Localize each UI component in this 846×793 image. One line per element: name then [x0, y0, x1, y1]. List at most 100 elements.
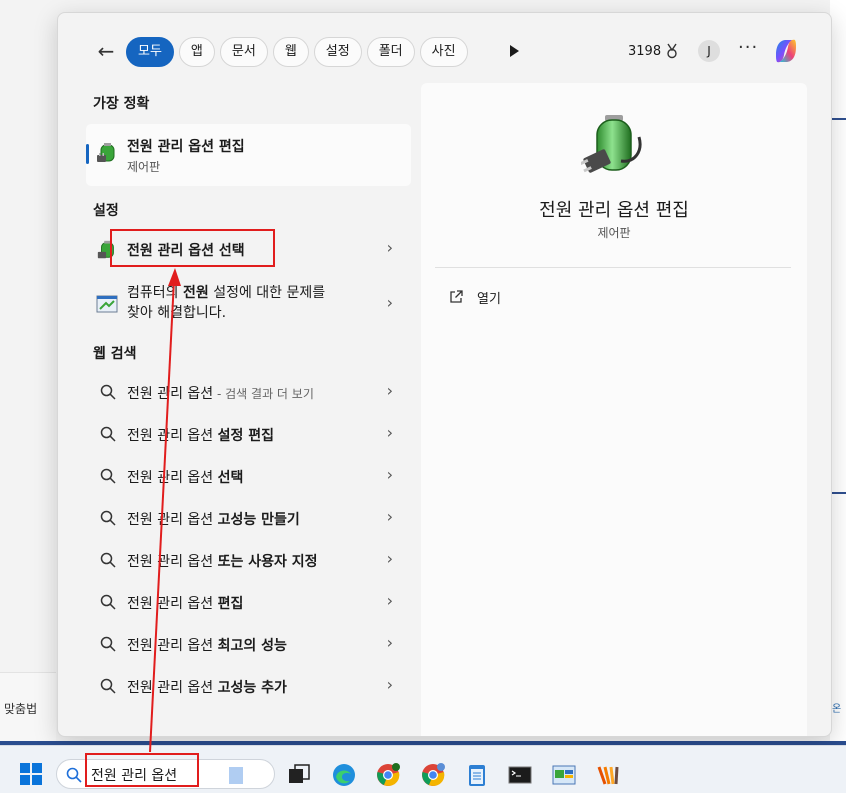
- label-part: 설정에 대한 문제를: [208, 285, 326, 301]
- notepad-icon[interactable]: [464, 762, 490, 788]
- label-part: 전원 관리 옵션: [127, 512, 218, 528]
- chevron-right-icon: ›: [386, 423, 393, 442]
- open-label: 열기: [477, 292, 501, 307]
- label-part: 전원 관리 옵션: [127, 386, 214, 402]
- search-icon: [100, 636, 116, 652]
- label-part: 전원 관리 옵션: [127, 428, 218, 444]
- search-filter-bar: ← 모두 앱 문서 웹 설정 폴더 사진 3198 J ···: [58, 35, 831, 69]
- web-result[interactable]: 전원 관리 옵션 고성능 만들기 ›: [86, 499, 411, 537]
- annotation-highlight-box: [85, 753, 199, 787]
- result-label: 전원 관리 옵션 편집: [127, 593, 243, 613]
- chip-photos[interactable]: 사진: [419, 37, 468, 67]
- chevron-right-icon: ›: [386, 591, 393, 610]
- open-external-icon: [450, 290, 463, 303]
- chevron-right-icon: ›: [386, 633, 393, 652]
- background-mark: [830, 492, 846, 494]
- best-match-title: 전원 관리 옵션 편집: [127, 139, 245, 155]
- power-options-icon: [97, 143, 115, 162]
- label-part: 전원 관리 옵션: [127, 596, 218, 612]
- background-mark: [830, 118, 846, 120]
- task-view-icon[interactable]: [286, 762, 312, 788]
- label-part: 찾아 해결합니다.: [127, 305, 227, 321]
- web-result[interactable]: 전원 관리 옵션 - 검색 결과 더 보기 ›: [86, 373, 411, 411]
- label-part-bold: 전원: [182, 285, 209, 301]
- terminal-icon[interactable]: [507, 762, 533, 788]
- search-icon: [100, 552, 116, 568]
- web-result[interactable]: 전원 관리 옵션 또는 사용자 지정 ›: [86, 541, 411, 579]
- result-label: 전원 관리 옵션 선택: [127, 467, 243, 487]
- chevron-right-icon: ›: [386, 293, 393, 312]
- control-panel-icon[interactable]: [551, 762, 577, 788]
- label-part: 전원 관리 옵션: [127, 554, 218, 570]
- chevron-right-icon: ›: [386, 238, 393, 257]
- search-icon: [100, 426, 116, 442]
- chip-all[interactable]: 모두: [126, 37, 174, 67]
- result-label: 전원 관리 옵션 고성능 만들기: [127, 509, 300, 529]
- label-part-bold: 또는 사용자 지정: [217, 554, 318, 570]
- result-label: 전원 관리 옵션 고성능 추가: [127, 677, 287, 697]
- background-text: 온: [832, 704, 842, 715]
- web-result[interactable]: 전원 관리 옵션 설정 편집 ›: [86, 415, 411, 453]
- back-button[interactable]: ←: [94, 39, 118, 63]
- best-match-heading: 가장 정확: [93, 96, 150, 112]
- label-suffix: - 검색 결과 더 보기: [213, 387, 314, 401]
- more-options-icon[interactable]: ···: [738, 37, 758, 58]
- rewards-points[interactable]: 3198: [628, 43, 679, 59]
- preview-pane: 전원 관리 옵션 편집 제어판 열기: [421, 83, 807, 736]
- edge-browser-icon[interactable]: [331, 762, 357, 788]
- medal-icon: [667, 43, 677, 59]
- search-icon: [100, 510, 116, 526]
- web-result[interactable]: 전원 관리 옵션 선택 ›: [86, 457, 411, 495]
- result-label: 전원 관리 옵션 설정 편집: [127, 425, 274, 445]
- windows-start-icon[interactable]: [20, 763, 42, 785]
- chip-settings[interactable]: 설정: [313, 37, 362, 67]
- best-match-result[interactable]: 전원 관리 옵션 편집 제어판: [86, 124, 411, 186]
- points-value: 3198: [628, 43, 662, 59]
- label-part-bold: 최고의 성능: [217, 638, 287, 654]
- search-icon: [100, 468, 116, 484]
- label-part-bold: 고성능 만들기: [217, 512, 300, 528]
- best-match-subtitle: 제어판: [127, 160, 161, 174]
- label-part: 전원 관리 옵션: [127, 680, 218, 696]
- chip-documents[interactable]: 문서: [219, 37, 268, 67]
- label-part: 컴퓨터의: [127, 285, 183, 301]
- avatar[interactable]: J: [698, 40, 720, 62]
- web-result[interactable]: 전원 관리 옵션 최고의 성능 ›: [86, 625, 411, 663]
- label-part-bold: 선택: [217, 470, 244, 486]
- search-icon: [100, 384, 116, 400]
- label-part: 전원 관리 옵션: [127, 638, 218, 654]
- label-part: 전원 관리 옵션: [127, 470, 218, 486]
- power-options-large-icon: [581, 115, 642, 173]
- chrome-browser-icon[interactable]: [420, 762, 446, 788]
- search-icon: [66, 767, 82, 783]
- chevron-right-icon: ›: [386, 675, 393, 694]
- chevron-right-icon: ›: [386, 549, 393, 568]
- more-filters-icon[interactable]: [510, 45, 519, 57]
- chevron-right-icon: ›: [386, 381, 393, 400]
- label-part-bold: 편집: [217, 596, 244, 612]
- selection-indicator: [86, 144, 89, 164]
- chip-apps[interactable]: 앱: [178, 37, 215, 67]
- chevron-right-icon: ›: [386, 465, 393, 484]
- result-label: 전원 관리 옵션 최고의 성능: [127, 635, 287, 655]
- chevron-right-icon: ›: [386, 507, 393, 526]
- web-result[interactable]: 전원 관리 옵션 편집 ›: [86, 583, 411, 621]
- search-panel: ← 모두 앱 문서 웹 설정 폴더 사진 3198 J ··· 가장 정확 전원…: [57, 12, 832, 737]
- annotation-highlight-box: [110, 229, 275, 267]
- web-result[interactable]: 전원 관리 옵션 고성능 추가 ›: [86, 667, 411, 705]
- settings-heading: 설정: [93, 203, 119, 219]
- app-icon[interactable]: [596, 762, 622, 788]
- chrome-browser-icon[interactable]: [375, 762, 401, 788]
- copilot-icon[interactable]: [770, 35, 802, 67]
- filter-chips: 모두 앱 문서 웹 설정 폴더 사진: [126, 37, 468, 67]
- chip-folders[interactable]: 폴더: [366, 37, 415, 67]
- background-text: 맞춤법: [4, 702, 38, 716]
- chip-web[interactable]: 웹: [272, 37, 309, 67]
- preview-title: 전원 관리 옵션 편집: [539, 200, 689, 221]
- preview-subtitle: 제어판: [597, 226, 631, 240]
- troubleshoot-icon: [96, 295, 118, 313]
- settings-result-troubleshoot-power[interactable]: 컴퓨터의 전원 설정에 대한 문제를 찾아 해결합니다. ›: [86, 281, 411, 323]
- text-cursor-highlight: [229, 767, 243, 784]
- result-label: 컴퓨터의 전원 설정에 대한 문제를 찾아 해결합니다.: [127, 283, 367, 323]
- result-label: 전원 관리 옵션 또는 사용자 지정: [127, 551, 318, 571]
